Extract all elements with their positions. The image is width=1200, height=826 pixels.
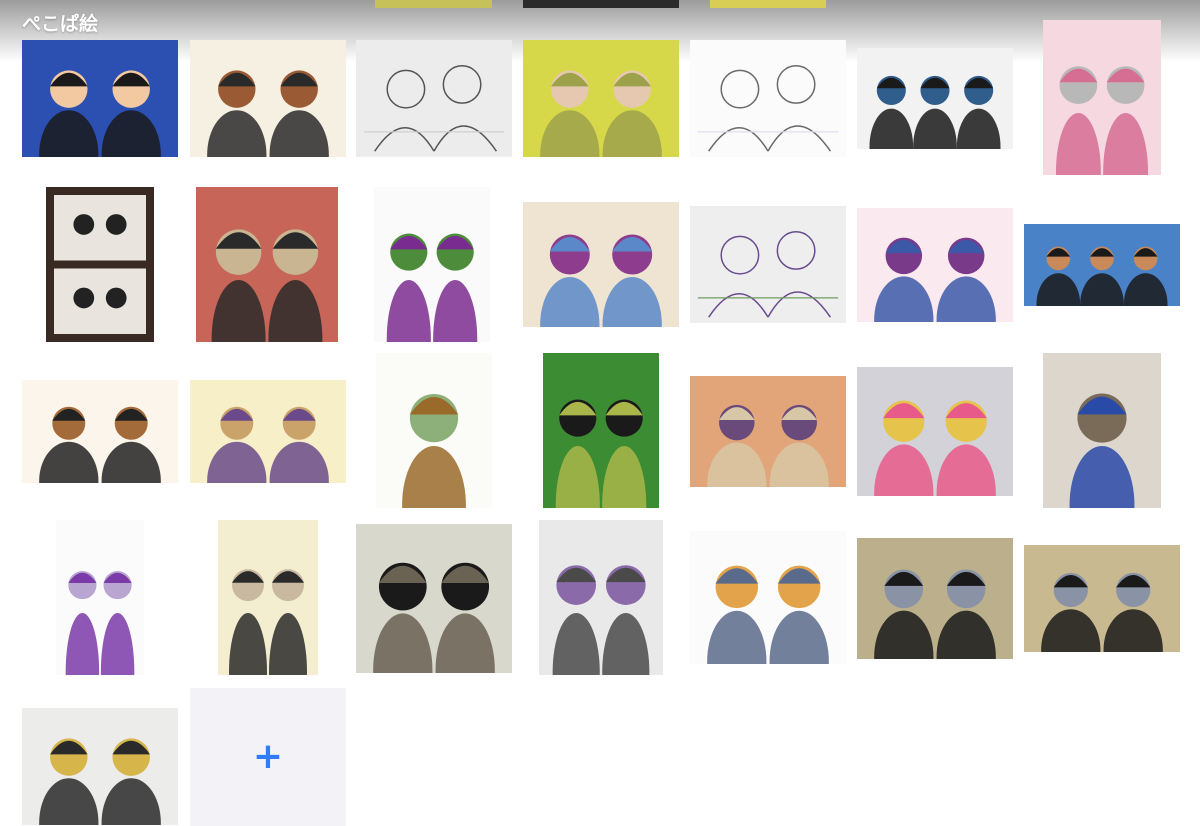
artwork-thumbnail[interactable]	[196, 187, 338, 342]
artwork-thumbnail[interactable]	[690, 531, 846, 664]
artwork-thumbnail[interactable]	[539, 520, 663, 675]
artwork-thumbnail[interactable]	[690, 376, 846, 487]
artwork-thumbnail[interactable]	[523, 40, 679, 157]
artwork-thumbnail[interactable]	[356, 40, 512, 157]
artwork-thumbnail[interactable]	[1024, 224, 1180, 306]
artwork-thumbnail[interactable]	[22, 40, 178, 157]
artwork-thumbnail[interactable]	[857, 208, 1013, 322]
artwork-thumbnail[interactable]	[1043, 353, 1161, 508]
artwork-thumbnail[interactable]	[56, 520, 144, 675]
artwork-thumbnail[interactable]	[22, 708, 178, 825]
previous-row-thumbnail[interactable]	[523, 0, 679, 8]
artwork-thumbnail[interactable]	[690, 206, 846, 323]
artwork-thumbnail[interactable]	[22, 380, 178, 483]
artwork-thumbnail[interactable]	[356, 524, 512, 673]
artwork-thumbnail[interactable]	[190, 40, 346, 157]
artwork-thumbnail[interactable]	[543, 353, 659, 508]
artwork-thumbnail[interactable]	[376, 353, 492, 508]
previous-row-thumbnail[interactable]	[375, 0, 492, 8]
artwork-thumbnail[interactable]	[1043, 20, 1161, 175]
plus-icon: +	[252, 736, 284, 777]
artwork-thumbnail[interactable]	[857, 48, 1013, 149]
artwork-thumbnail[interactable]	[523, 202, 679, 327]
album-title: ぺこぱ絵	[22, 13, 99, 35]
artwork-thumbnail[interactable]	[374, 187, 490, 342]
artwork-thumbnail[interactable]	[218, 520, 318, 675]
artwork-thumbnail[interactable]	[46, 187, 154, 342]
artwork-thumbnail[interactable]	[857, 367, 1013, 496]
artwork-thumbnail[interactable]	[857, 538, 1013, 659]
add-photo-button[interactable]: +	[190, 688, 346, 826]
artwork-thumbnail[interactable]	[1024, 545, 1180, 652]
artwork-thumbnail[interactable]	[690, 40, 846, 157]
artwork-thumbnail[interactable]	[190, 380, 346, 483]
previous-row-thumbnail[interactable]	[710, 0, 826, 8]
